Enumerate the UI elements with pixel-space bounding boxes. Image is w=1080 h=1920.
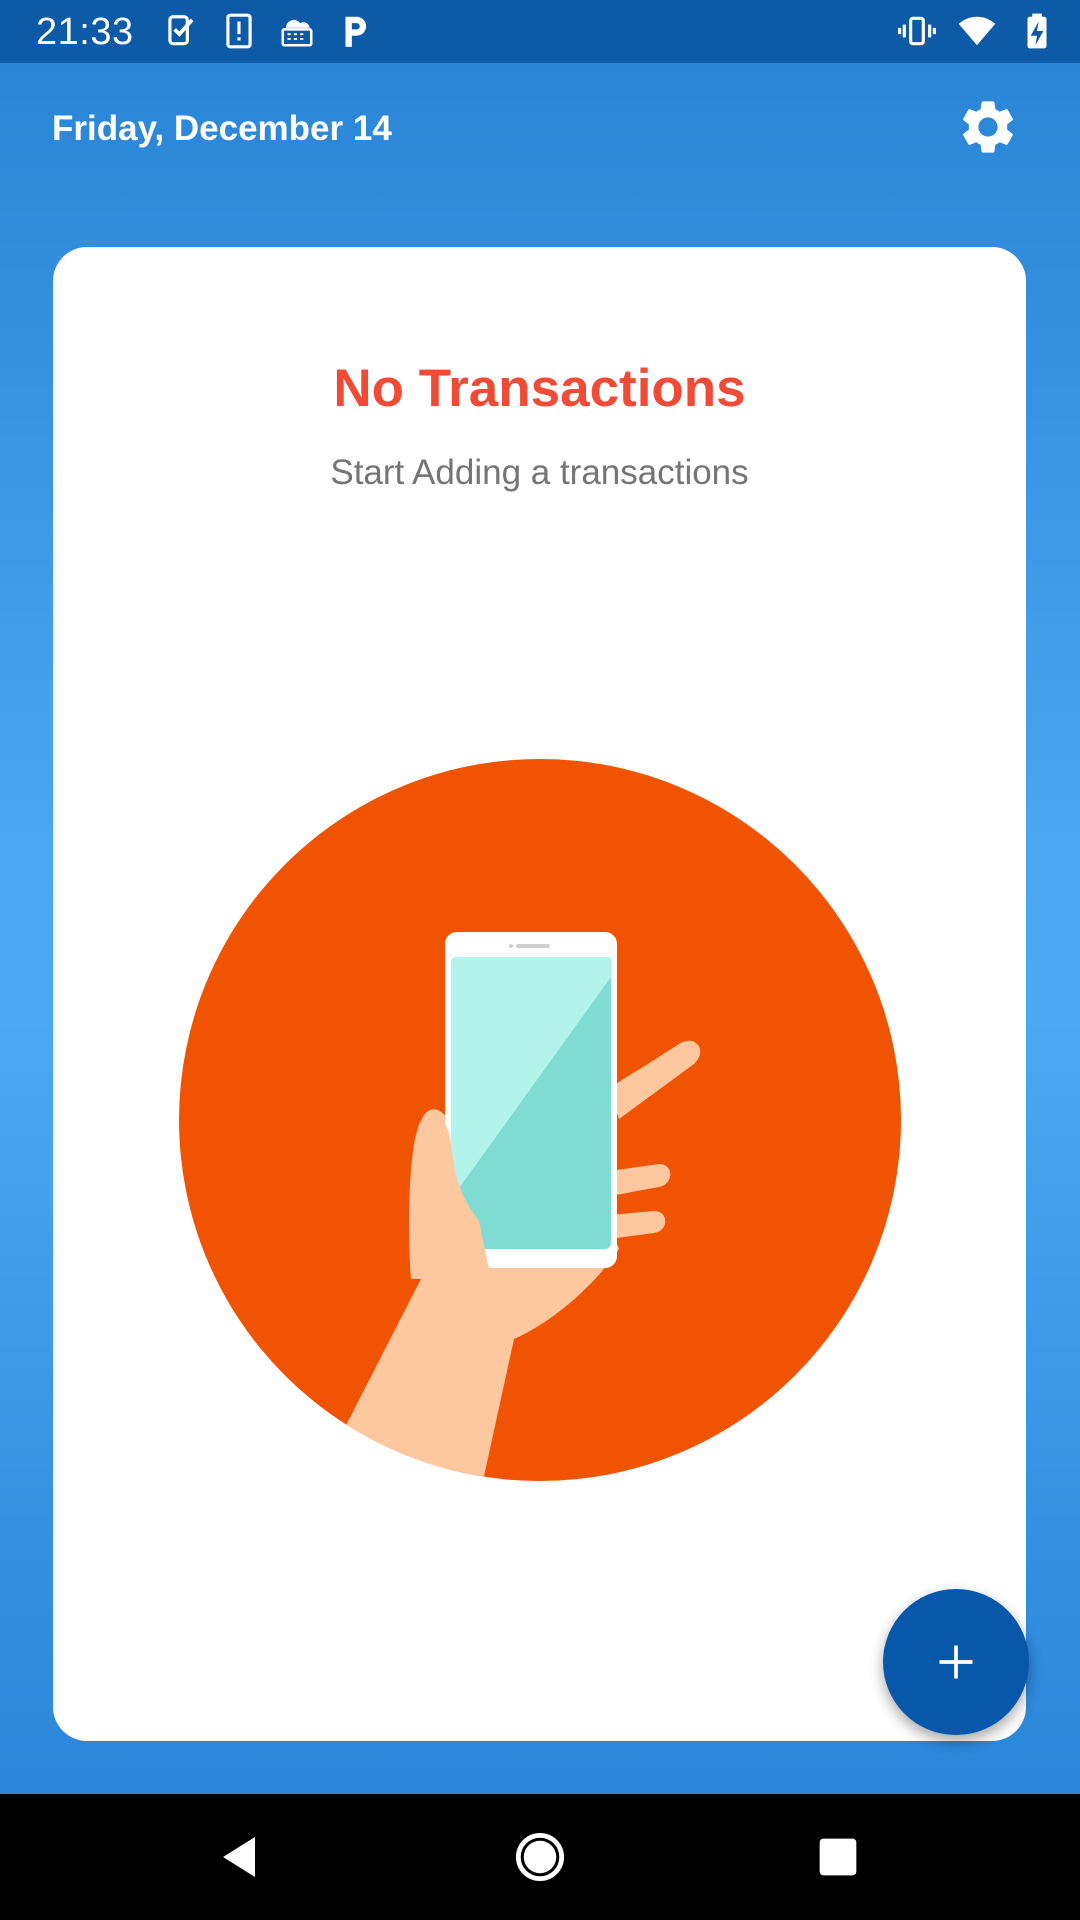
plus-icon	[939, 1645, 973, 1679]
gear-icon	[963, 101, 1013, 153]
system-icons	[898, 12, 1056, 52]
battery-charging-icon	[1027, 13, 1047, 49]
back-icon	[223, 1837, 255, 1877]
keyboard-test-icon	[281, 19, 313, 47]
hand-holding-phone-illustration	[179, 759, 901, 1481]
task-check-icon	[168, 15, 194, 46]
navigation-bar	[0, 1794, 1080, 1920]
page-title: Friday, December 14	[52, 109, 392, 148]
app-screen: Friday, December 14 No Transactions Star…	[0, 63, 1080, 1794]
add-transaction-button[interactable]	[883, 1589, 1029, 1735]
back-button[interactable]	[204, 1822, 274, 1892]
alert-notification-icon	[226, 13, 252, 49]
transactions-card: No Transactions Start Adding a transacti…	[53, 247, 1026, 1741]
empty-state-subtitle: Start Adding a transactions	[330, 453, 749, 492]
empty-state-title: No Transactions	[333, 359, 746, 418]
notification-icons	[162, 12, 374, 52]
wifi-icon	[958, 16, 996, 46]
settings-button[interactable]	[954, 93, 1022, 161]
home-button[interactable]	[505, 1822, 575, 1892]
status-time: 21:33	[36, 11, 134, 53]
home-icon	[515, 1832, 565, 1882]
parking-p-icon	[345, 16, 367, 47]
vibrate-icon	[898, 16, 936, 46]
recents-button[interactable]	[803, 1822, 873, 1892]
status-bar: 21:33	[0, 0, 1080, 63]
recents-icon	[819, 1838, 857, 1876]
